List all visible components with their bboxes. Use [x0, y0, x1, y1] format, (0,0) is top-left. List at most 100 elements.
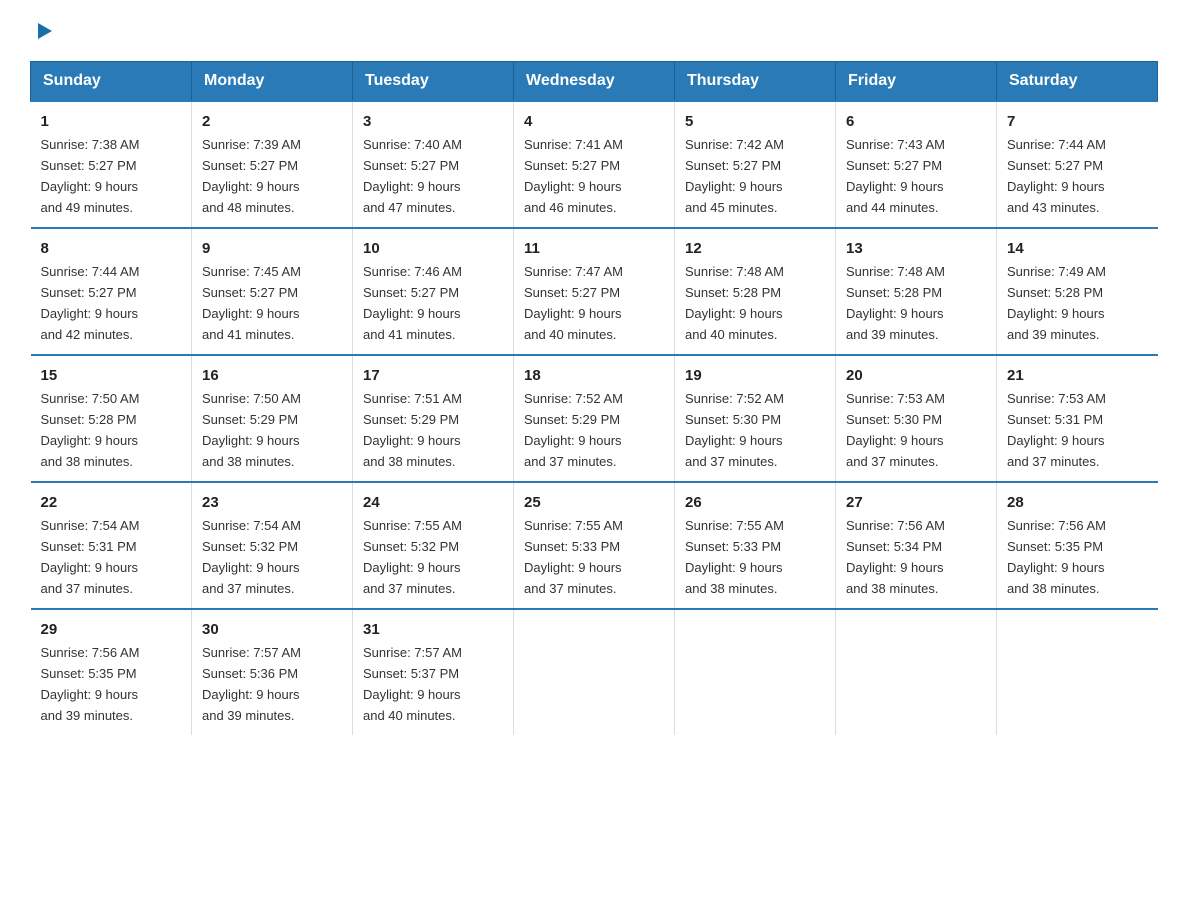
calendar-cell: 18 Sunrise: 7:52 AM Sunset: 5:29 PM Dayl…: [514, 355, 675, 482]
week-row-2: 8 Sunrise: 7:44 AM Sunset: 5:27 PM Dayli…: [31, 228, 1158, 355]
day-info: Sunrise: 7:46 AM Sunset: 5:27 PM Dayligh…: [363, 264, 462, 342]
calendar-cell: 12 Sunrise: 7:48 AM Sunset: 5:28 PM Dayl…: [675, 228, 836, 355]
day-number: 16: [202, 364, 342, 387]
day-info: Sunrise: 7:54 AM Sunset: 5:31 PM Dayligh…: [41, 518, 140, 596]
day-info: Sunrise: 7:45 AM Sunset: 5:27 PM Dayligh…: [202, 264, 301, 342]
weekday-friday: Friday: [836, 62, 997, 102]
calendar-cell: 17 Sunrise: 7:51 AM Sunset: 5:29 PM Dayl…: [353, 355, 514, 482]
calendar-cell: 26 Sunrise: 7:55 AM Sunset: 5:33 PM Dayl…: [675, 482, 836, 609]
day-number: 11: [524, 237, 664, 260]
calendar-cell: 5 Sunrise: 7:42 AM Sunset: 5:27 PM Dayli…: [675, 101, 836, 228]
calendar-cell: 6 Sunrise: 7:43 AM Sunset: 5:27 PM Dayli…: [836, 101, 997, 228]
day-info: Sunrise: 7:56 AM Sunset: 5:35 PM Dayligh…: [1007, 518, 1106, 596]
calendar-cell: 4 Sunrise: 7:41 AM Sunset: 5:27 PM Dayli…: [514, 101, 675, 228]
day-number: 15: [41, 364, 182, 387]
calendar-cell: 19 Sunrise: 7:52 AM Sunset: 5:30 PM Dayl…: [675, 355, 836, 482]
calendar-cell: 10 Sunrise: 7:46 AM Sunset: 5:27 PM Dayl…: [353, 228, 514, 355]
week-row-3: 15 Sunrise: 7:50 AM Sunset: 5:28 PM Dayl…: [31, 355, 1158, 482]
day-info: Sunrise: 7:55 AM Sunset: 5:33 PM Dayligh…: [524, 518, 623, 596]
day-number: 23: [202, 491, 342, 514]
calendar-cell: 30 Sunrise: 7:57 AM Sunset: 5:36 PM Dayl…: [192, 609, 353, 735]
day-info: Sunrise: 7:54 AM Sunset: 5:32 PM Dayligh…: [202, 518, 301, 596]
day-number: 28: [1007, 491, 1148, 514]
day-info: Sunrise: 7:44 AM Sunset: 5:27 PM Dayligh…: [41, 264, 140, 342]
calendar-cell: 1 Sunrise: 7:38 AM Sunset: 5:27 PM Dayli…: [31, 101, 192, 228]
weekday-wednesday: Wednesday: [514, 62, 675, 102]
day-info: Sunrise: 7:57 AM Sunset: 5:36 PM Dayligh…: [202, 645, 301, 723]
calendar-cell: 23 Sunrise: 7:54 AM Sunset: 5:32 PM Dayl…: [192, 482, 353, 609]
day-info: Sunrise: 7:48 AM Sunset: 5:28 PM Dayligh…: [846, 264, 945, 342]
day-number: 5: [685, 110, 825, 133]
weekday-saturday: Saturday: [997, 62, 1158, 102]
day-info: Sunrise: 7:39 AM Sunset: 5:27 PM Dayligh…: [202, 137, 301, 215]
calendar-cell: 3 Sunrise: 7:40 AM Sunset: 5:27 PM Dayli…: [353, 101, 514, 228]
calendar-cell: 13 Sunrise: 7:48 AM Sunset: 5:28 PM Dayl…: [836, 228, 997, 355]
calendar-cell: 21 Sunrise: 7:53 AM Sunset: 5:31 PM Dayl…: [997, 355, 1158, 482]
calendar-cell: 15 Sunrise: 7:50 AM Sunset: 5:28 PM Dayl…: [31, 355, 192, 482]
day-info: Sunrise: 7:57 AM Sunset: 5:37 PM Dayligh…: [363, 645, 462, 723]
day-info: Sunrise: 7:55 AM Sunset: 5:32 PM Dayligh…: [363, 518, 462, 596]
calendar-cell: 27 Sunrise: 7:56 AM Sunset: 5:34 PM Dayl…: [836, 482, 997, 609]
week-row-5: 29 Sunrise: 7:56 AM Sunset: 5:35 PM Dayl…: [31, 609, 1158, 735]
calendar-cell: 24 Sunrise: 7:55 AM Sunset: 5:32 PM Dayl…: [353, 482, 514, 609]
day-number: 26: [685, 491, 825, 514]
day-info: Sunrise: 7:47 AM Sunset: 5:27 PM Dayligh…: [524, 264, 623, 342]
day-info: Sunrise: 7:48 AM Sunset: 5:28 PM Dayligh…: [685, 264, 784, 342]
calendar-cell: 2 Sunrise: 7:39 AM Sunset: 5:27 PM Dayli…: [192, 101, 353, 228]
logo-chevron-icon: [34, 20, 56, 47]
day-number: 21: [1007, 364, 1148, 387]
day-number: 6: [846, 110, 986, 133]
page-header: [30, 20, 1158, 41]
day-info: Sunrise: 7:50 AM Sunset: 5:29 PM Dayligh…: [202, 391, 301, 469]
day-info: Sunrise: 7:51 AM Sunset: 5:29 PM Dayligh…: [363, 391, 462, 469]
day-info: Sunrise: 7:52 AM Sunset: 5:29 PM Dayligh…: [524, 391, 623, 469]
day-number: 8: [41, 237, 182, 260]
calendar-cell: [997, 609, 1158, 735]
day-number: 31: [363, 618, 503, 641]
day-number: 1: [41, 110, 182, 133]
day-info: Sunrise: 7:44 AM Sunset: 5:27 PM Dayligh…: [1007, 137, 1106, 215]
weekday-monday: Monday: [192, 62, 353, 102]
calendar-cell: 7 Sunrise: 7:44 AM Sunset: 5:27 PM Dayli…: [997, 101, 1158, 228]
calendar-cell: 28 Sunrise: 7:56 AM Sunset: 5:35 PM Dayl…: [997, 482, 1158, 609]
day-info: Sunrise: 7:52 AM Sunset: 5:30 PM Dayligh…: [685, 391, 784, 469]
calendar-cell: 9 Sunrise: 7:45 AM Sunset: 5:27 PM Dayli…: [192, 228, 353, 355]
day-number: 20: [846, 364, 986, 387]
weekday-header-row: SundayMondayTuesdayWednesdayThursdayFrid…: [31, 62, 1158, 102]
day-number: 27: [846, 491, 986, 514]
day-number: 13: [846, 237, 986, 260]
day-number: 30: [202, 618, 342, 641]
day-number: 29: [41, 618, 182, 641]
weekday-sunday: Sunday: [31, 62, 192, 102]
week-row-4: 22 Sunrise: 7:54 AM Sunset: 5:31 PM Dayl…: [31, 482, 1158, 609]
calendar-cell: 11 Sunrise: 7:47 AM Sunset: 5:27 PM Dayl…: [514, 228, 675, 355]
day-number: 24: [363, 491, 503, 514]
day-info: Sunrise: 7:42 AM Sunset: 5:27 PM Dayligh…: [685, 137, 784, 215]
day-info: Sunrise: 7:41 AM Sunset: 5:27 PM Dayligh…: [524, 137, 623, 215]
calendar-cell: 29 Sunrise: 7:56 AM Sunset: 5:35 PM Dayl…: [31, 609, 192, 735]
day-info: Sunrise: 7:49 AM Sunset: 5:28 PM Dayligh…: [1007, 264, 1106, 342]
day-info: Sunrise: 7:38 AM Sunset: 5:27 PM Dayligh…: [41, 137, 140, 215]
weekday-thursday: Thursday: [675, 62, 836, 102]
day-number: 4: [524, 110, 664, 133]
calendar-cell: 14 Sunrise: 7:49 AM Sunset: 5:28 PM Dayl…: [997, 228, 1158, 355]
logo: [30, 20, 56, 41]
day-number: 3: [363, 110, 503, 133]
calendar-cell: [836, 609, 997, 735]
week-row-1: 1 Sunrise: 7:38 AM Sunset: 5:27 PM Dayli…: [31, 101, 1158, 228]
day-info: Sunrise: 7:40 AM Sunset: 5:27 PM Dayligh…: [363, 137, 462, 215]
calendar-cell: 8 Sunrise: 7:44 AM Sunset: 5:27 PM Dayli…: [31, 228, 192, 355]
day-info: Sunrise: 7:56 AM Sunset: 5:35 PM Dayligh…: [41, 645, 140, 723]
calendar-table: SundayMondayTuesdayWednesdayThursdayFrid…: [30, 61, 1158, 735]
day-number: 22: [41, 491, 182, 514]
day-info: Sunrise: 7:53 AM Sunset: 5:31 PM Dayligh…: [1007, 391, 1106, 469]
calendar-cell: [675, 609, 836, 735]
calendar-cell: 20 Sunrise: 7:53 AM Sunset: 5:30 PM Dayl…: [836, 355, 997, 482]
day-info: Sunrise: 7:50 AM Sunset: 5:28 PM Dayligh…: [41, 391, 140, 469]
day-number: 19: [685, 364, 825, 387]
day-number: 18: [524, 364, 664, 387]
day-number: 10: [363, 237, 503, 260]
calendar-cell: 22 Sunrise: 7:54 AM Sunset: 5:31 PM Dayl…: [31, 482, 192, 609]
day-number: 7: [1007, 110, 1148, 133]
day-info: Sunrise: 7:53 AM Sunset: 5:30 PM Dayligh…: [846, 391, 945, 469]
